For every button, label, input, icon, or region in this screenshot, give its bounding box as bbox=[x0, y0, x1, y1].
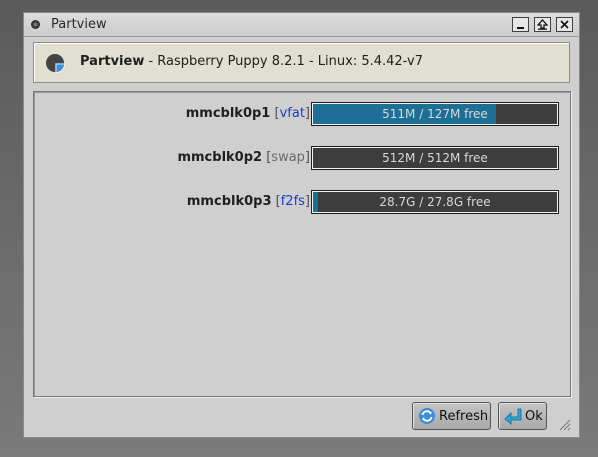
partview-window: Partview Partview - Raspberry Puppy 8.2.… bbox=[23, 12, 580, 438]
maximize-icon bbox=[537, 19, 548, 30]
device-name: mmcblk0p3 bbox=[186, 194, 272, 209]
filesystem-type: f2fs bbox=[280, 194, 305, 209]
enter-arrow-icon bbox=[504, 408, 522, 425]
pie-chart-icon bbox=[46, 54, 65, 73]
device-name: mmcblk0p1 bbox=[185, 106, 271, 121]
minimize-icon bbox=[517, 27, 524, 29]
partition-label: mmcblk0p1 [vfat] bbox=[185, 106, 310, 121]
info-header: Partview - Raspberry Puppy 8.2.1 - Linux… bbox=[33, 42, 570, 83]
refresh-icon bbox=[419, 408, 435, 424]
ok-button[interactable]: Ok bbox=[498, 402, 547, 430]
refresh-button[interactable]: Refresh bbox=[412, 402, 491, 430]
minimize-button[interactable] bbox=[512, 17, 529, 32]
close-button[interactable] bbox=[556, 17, 573, 32]
filesystem-type: vfat bbox=[279, 106, 305, 121]
maximize-button[interactable] bbox=[534, 17, 551, 32]
usage-bar: 28.7G / 27.8G free bbox=[311, 190, 559, 214]
header-app-name: Partview bbox=[80, 54, 145, 69]
header-system-info: - Raspberry Puppy 8.2.1 - Linux: 5.4.42-… bbox=[144, 54, 423, 69]
partition-list: mmcblk0p1 [vfat] 511M / 127M free mmcblk… bbox=[33, 91, 571, 397]
usage-bar: 512M / 512M free bbox=[311, 146, 559, 170]
usage-text: 28.7G / 27.8G free bbox=[379, 195, 491, 209]
window-menu-icon[interactable] bbox=[30, 19, 41, 30]
close-icon bbox=[560, 20, 569, 29]
ok-label: Ok bbox=[525, 408, 543, 424]
partition-label: mmcblk0p3 [f2fs] bbox=[186, 194, 310, 209]
partition-label: mmcblk0p2 [swap] bbox=[177, 150, 310, 165]
usage-bar: 511M / 127M free bbox=[311, 102, 559, 126]
partition-row: mmcblk0p3 [f2fs] 28.7G / 27.8G free bbox=[34, 190, 572, 214]
filesystem-type: swap bbox=[271, 150, 305, 165]
window-title: Partview bbox=[51, 17, 107, 32]
device-name: mmcblk0p2 bbox=[177, 150, 263, 165]
resize-grip-icon[interactable] bbox=[557, 417, 571, 431]
header-text: Partview - Raspberry Puppy 8.2.1 - Linux… bbox=[80, 54, 423, 69]
refresh-label: Refresh bbox=[439, 408, 489, 424]
usage-text: 512M / 512M free bbox=[382, 151, 488, 165]
partition-row: mmcblk0p1 [vfat] 511M / 127M free bbox=[34, 102, 572, 126]
usage-text: 511M / 127M free bbox=[382, 107, 488, 121]
partition-row: mmcblk0p2 [swap] 512M / 512M free bbox=[34, 146, 572, 170]
title-bar[interactable]: Partview bbox=[24, 13, 579, 37]
